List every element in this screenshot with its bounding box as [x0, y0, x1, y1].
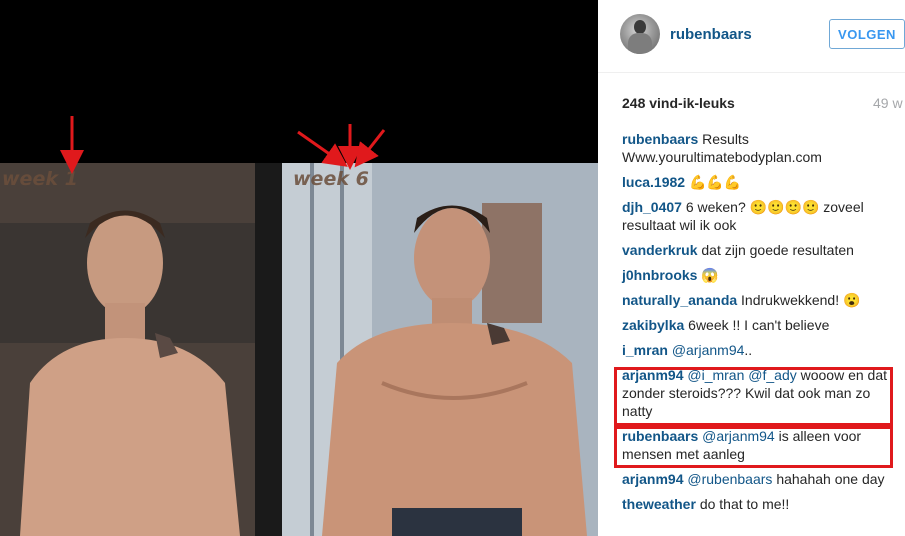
comment-item: rubenbaars Results Www.yourultimatebodyp…: [622, 130, 902, 166]
comment-text: Indrukwekkend! 😮: [741, 292, 861, 308]
comment-text: dat zijn goede resultaten: [701, 242, 854, 258]
comment-text: 💪💪💪: [688, 174, 742, 190]
likes-count[interactable]: 248 vind-ik-leuks: [622, 95, 735, 111]
comment-item: vanderkruk dat zijn goede resultaten: [622, 241, 902, 259]
comment-item: theweather do that to me!!: [622, 495, 902, 513]
highlight-box: [614, 426, 893, 468]
comment-item: j0hnbrooks 😱: [622, 266, 902, 284]
arrow-week-6-left: [297, 130, 348, 167]
follow-button[interactable]: VOLGEN: [829, 19, 905, 49]
comment-user[interactable]: zakibylka: [622, 317, 684, 333]
highlight-box: [614, 367, 893, 426]
comment-item: zakibylka 6week !! I can't believe: [622, 316, 902, 334]
comment-item: djh_0407 6 weken? 🙂🙂🙂🙂 zoveel resultaat …: [622, 198, 902, 234]
comment-user[interactable]: j0hnbrooks: [622, 267, 697, 283]
post-time: 49 w: [873, 95, 903, 111]
comment-text: do that to me!!: [699, 496, 790, 512]
post-header: rubenbaars VOLGEN: [598, 0, 905, 73]
comment-item: luca.1982 💪💪💪: [622, 173, 902, 191]
comment-text: 😱: [701, 267, 719, 283]
comment-mention[interactable]: @arjanm94: [672, 342, 745, 358]
comment-user[interactable]: rubenbaars: [622, 131, 698, 147]
arrow-week-6-right: [354, 129, 386, 168]
comment-item: i_mran @arjanm94..: [622, 341, 902, 359]
red-arrows: [60, 116, 386, 174]
post-username[interactable]: rubenbaars: [670, 26, 752, 43]
comment-user[interactable]: naturally_ananda: [622, 292, 737, 308]
post-media[interactable]: week 1 week 6: [0, 0, 598, 536]
comment-user[interactable]: arjanm94: [622, 471, 683, 487]
comment-user[interactable]: djh_0407: [622, 199, 682, 215]
comment-item: naturally_ananda Indrukwekkend! 😮: [622, 291, 902, 309]
comment-item: arjanm94 @rubenbaars hahahah one day: [622, 470, 902, 488]
comment-user[interactable]: theweather: [622, 496, 696, 512]
comment-text: 6week !! I can't believe: [688, 317, 830, 333]
avatar[interactable]: [620, 14, 660, 54]
comment-text: ..: [744, 342, 753, 358]
comment-user[interactable]: i_mran: [622, 342, 668, 358]
comment-user[interactable]: vanderkruk: [622, 242, 697, 258]
post-sidebar: rubenbaars VOLGEN 248 vind-ik-leuks 49 w…: [598, 0, 905, 536]
comment-text: hahahah one day: [776, 471, 885, 487]
comment-user[interactable]: luca.1982: [622, 174, 685, 190]
comment-mention[interactable]: @rubenbaars: [687, 471, 772, 487]
